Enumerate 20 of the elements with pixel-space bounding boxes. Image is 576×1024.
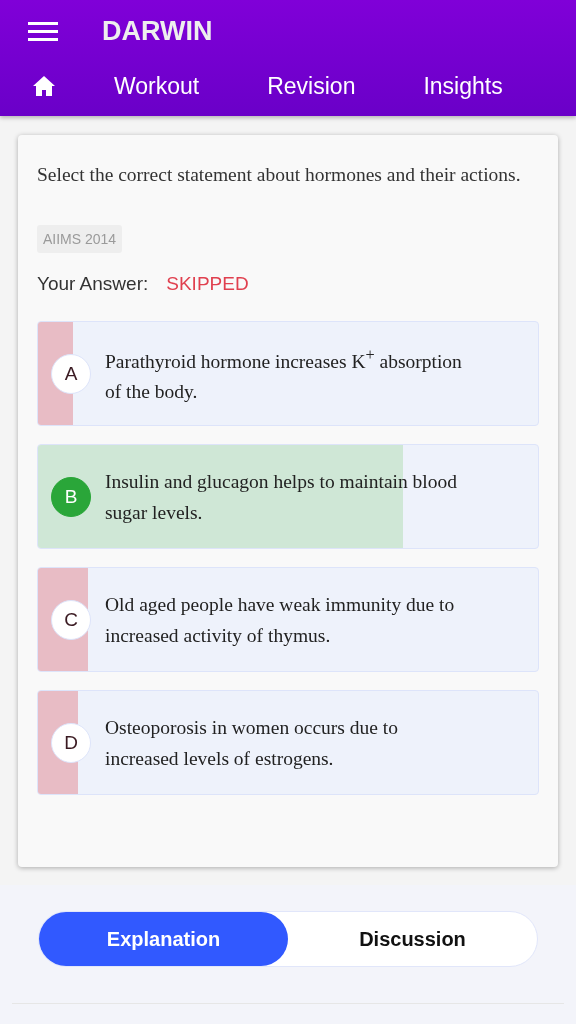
nav-tab[interactable]: Revision xyxy=(267,72,356,100)
answer-status: SKIPPED xyxy=(166,273,249,295)
answer-option[interactable]: B Insulin and glucagon helps to maintain blood sugar levels. xyxy=(37,444,539,549)
option-text: Osteoporosis in women occurs due to increased levels of estrogens. xyxy=(105,715,399,771)
option-text: Parathyroid hormone increases K$^{+}$ absorption of the body. xyxy=(105,344,463,405)
option-text: Insulin and glucagon helps to maintain blood sugar levels. xyxy=(105,469,459,525)
nav-tab[interactable]: Insights xyxy=(423,72,503,100)
menu-icon[interactable] xyxy=(28,21,58,41)
question-text: Select the correct statement about hormones and their actions. xyxy=(37,163,522,187)
answer-option[interactable]: D Osteoporosis in women occurs due to increased levels of estrogens. xyxy=(37,690,539,795)
nav-tab[interactable]: Workout xyxy=(114,72,200,100)
segment-tab[interactable]: Discussion xyxy=(288,912,537,966)
segment-tab[interactable]: Explanation xyxy=(39,912,288,966)
answer-label: Your Answer: xyxy=(37,273,149,295)
answer-option[interactable]: A Parathyroid hormone increases K$^{+}$ absorption of the body. xyxy=(37,321,539,426)
answer-option[interactable]: C Old aged people have weak immunity due to increased activity of thymus. xyxy=(37,567,539,672)
home-icon[interactable] xyxy=(32,75,56,97)
source-tag: AIIMS 2014 xyxy=(37,225,123,253)
app-title: DARWIN xyxy=(102,15,213,47)
option-text: Old aged people have weak immunity due to increased activity of thymus. xyxy=(105,592,456,648)
